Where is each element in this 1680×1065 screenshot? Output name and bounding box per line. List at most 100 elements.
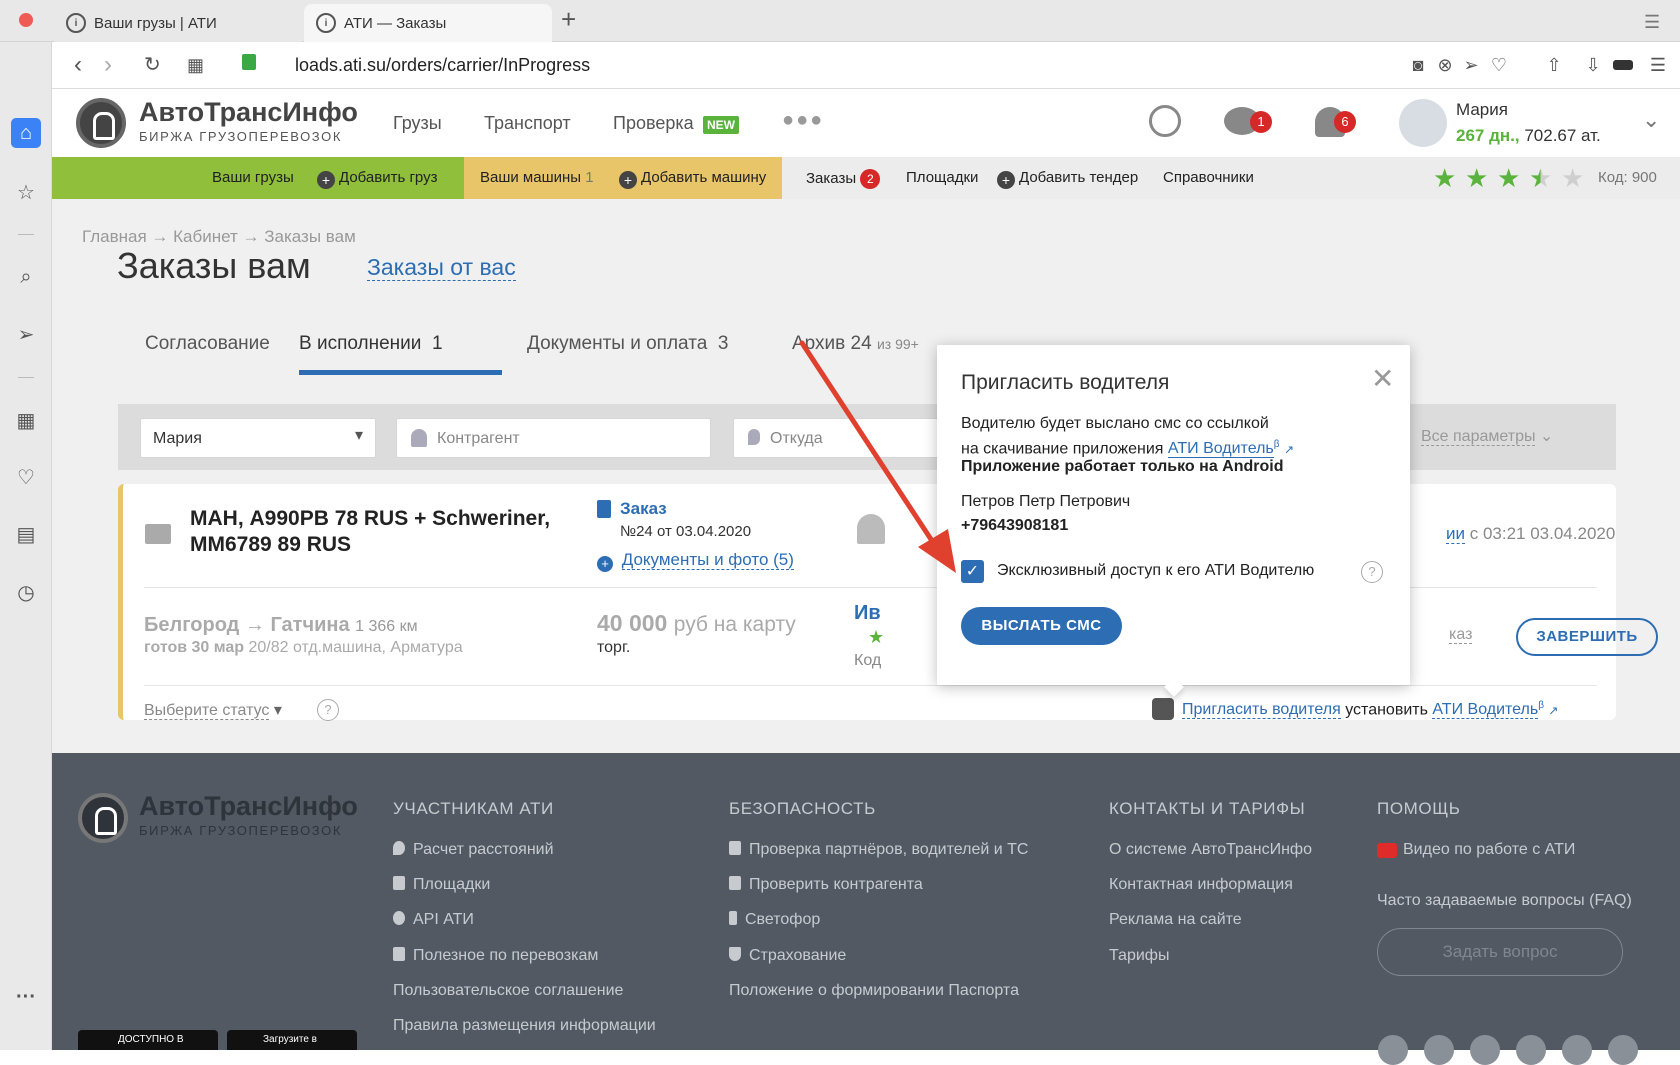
forward-icon[interactable]: › [104, 50, 112, 80]
vehicle-name[interactable]: МАН, А990РВ 78 RUS + Schweriner, ММ6789 … [190, 506, 585, 558]
camera-icon[interactable]: ◙ [1408, 55, 1428, 75]
chevron-down-icon[interactable]: ⌄ [1642, 107, 1660, 133]
menu-icon[interactable]: ☰ [1648, 55, 1668, 75]
footer-link[interactable]: Площадки [393, 876, 490, 894]
send-sms-button[interactable]: ВЫСЛАТЬ СМС [961, 607, 1122, 645]
nav-check[interactable]: Проверка [613, 113, 694, 134]
invite-driver-link[interactable]: Пригласить водителя [1182, 701, 1341, 720]
search-icon[interactable]: ⌕ [13, 264, 39, 290]
order-link[interactable]: Заказ [620, 499, 667, 519]
all-params-toggle[interactable]: Все параметры ⌄ [1421, 426, 1553, 446]
status-link[interactable]: ии [1446, 524, 1465, 544]
logo-title[interactable]: АвтоТрансИнфо [139, 97, 358, 128]
status-select[interactable]: Выберите статус ▾ [144, 700, 282, 720]
news-icon[interactable]: ▤ [13, 522, 39, 548]
star-icon[interactable]: ☆ [13, 180, 39, 206]
nav-transport[interactable]: Транспорт [484, 113, 571, 134]
tab-in-progress[interactable]: В исполнении 1 [299, 333, 443, 355]
footer-link[interactable]: Полезное по перевозкам [393, 947, 598, 965]
app-store-badge[interactable]: Загрузите в [227, 1030, 357, 1050]
orders-from-you-link[interactable]: Заказы от вас [367, 254, 516, 281]
instagram-social-icon[interactable] [1562, 1035, 1592, 1065]
browser-toolbar: ‹ › ↻ ▦ loads.ati.su/orders/carrier/InPr… [52, 42, 1680, 89]
close-icon[interactable]: ✕ [1371, 365, 1394, 393]
telegram-social-icon[interactable] [1608, 1035, 1638, 1065]
site-footer: АвтоТрансИнфо БИРЖА ГРУЗОПЕРЕВОЗОК УЧАСТ… [52, 753, 1680, 1065]
search-driver-icon[interactable] [1149, 105, 1181, 137]
user-name[interactable]: Мария [1456, 100, 1508, 120]
footer-link[interactable]: API АТИ [393, 911, 474, 929]
more-nav-icon[interactable]: ●●● [782, 109, 824, 132]
share-icon[interactable]: ⇧ [1544, 55, 1564, 75]
site-header: АвтоТрансИнфо БИРЖА ГРУЗОПЕРЕВОЗОК Грузы… [52, 89, 1680, 157]
orders-link[interactable]: Заказы 2 [806, 169, 881, 189]
ati-driver-link[interactable]: АТИ Водитель [1432, 701, 1539, 720]
tab-docs-payment[interactable]: Документы и оплата 3 [527, 333, 728, 355]
send-icon[interactable]: ➢ [13, 322, 39, 348]
history-clock-icon[interactable]: ◷ [13, 580, 39, 606]
url-field[interactable]: loads.ati.su/orders/carrier/InProgress [295, 55, 590, 76]
facebook-social-icon[interactable] [1516, 1035, 1546, 1065]
exclusive-access-label[interactable]: Эксклюзивный доступ к его АТИ Водителю [997, 562, 1314, 580]
footer-link[interactable]: Светофор [729, 911, 820, 929]
footer-link[interactable]: Правила размещения информации [393, 1017, 656, 1035]
vehicles-link[interactable]: Ваши машины 1 [480, 169, 594, 186]
footer-link[interactable]: Контактная информация [1109, 876, 1293, 894]
nav-loads[interactable]: Грузы [393, 113, 442, 134]
references-link[interactable]: Справочники [1163, 169, 1254, 186]
apps-grid-icon[interactable]: ▦ [13, 408, 39, 434]
loads-link[interactable]: Ваши грузы [212, 169, 294, 186]
browser-tab-loads[interactable]: i Ваши грузы | АТИ [54, 4, 302, 42]
order-partial-link[interactable]: каз [1449, 626, 1473, 644]
add-tender-button[interactable]: + Добавить тендер [997, 169, 1138, 189]
download-icon[interactable]: ⇩ [1583, 55, 1603, 75]
google-play-badge[interactable]: ДОСТУПНО В [78, 1030, 218, 1050]
footer-logo-title: АвтоТрансИнфо [139, 791, 358, 821]
tab-menu-icon[interactable]: ☰ [1644, 12, 1660, 33]
footer-link[interactable]: Проверка партнёров, водителей и ТС [729, 841, 1028, 859]
ask-question-button[interactable]: Задать вопрос [1377, 928, 1623, 976]
more-icon[interactable]: ··· [13, 984, 39, 1010]
home-icon[interactable]: ⌂ [11, 118, 41, 148]
footer-link[interactable]: Положение о формировании Паспорта [729, 982, 1019, 1000]
footer-link[interactable]: Пользовательское соглашение [393, 982, 623, 1000]
person-icon [411, 429, 427, 447]
footer-link[interactable]: Расчет расстояний [393, 841, 554, 859]
video-link[interactable]: Видео по работе с АТИ [1377, 841, 1575, 859]
footer-link[interactable]: Тарифы [1109, 947, 1169, 965]
avatar[interactable] [1399, 99, 1447, 147]
send-icon[interactable]: ➢ [1461, 55, 1481, 75]
help-icon[interactable]: ? [317, 699, 339, 721]
user-code[interactable]: Код: 900 [1598, 169, 1657, 186]
reload-icon[interactable]: ↻ [144, 50, 161, 80]
add-vehicle-button[interactable]: + Добавить машину [619, 169, 766, 189]
vk-social-icon[interactable] [1424, 1035, 1454, 1065]
back-icon[interactable]: ‹ [74, 50, 82, 80]
youtube-social-icon[interactable] [1378, 1035, 1408, 1065]
user-select[interactable]: Мария ▾ [140, 418, 376, 458]
docs-photos-link[interactable]: + Документы и фото (5) [597, 550, 794, 572]
contractor-input[interactable]: Контрагент [396, 418, 711, 458]
ati-logo-icon[interactable] [78, 793, 128, 843]
add-load-button[interactable]: + Добавить груз [317, 169, 437, 189]
finish-button[interactable]: ЗАВЕРШИТЬ [1516, 618, 1658, 656]
close-window-button[interactable] [19, 13, 33, 27]
heart-icon[interactable]: ♡ [13, 465, 39, 491]
ati-logo-icon[interactable] [76, 98, 126, 148]
breadcrumb[interactable]: Главная → Кабинет → Заказы вам [82, 227, 356, 247]
tab-approval[interactable]: Согласование [145, 333, 270, 355]
footer-link[interactable]: О системе АвтоТрансИнфо [1109, 841, 1312, 859]
platforms-link[interactable]: Площадки [906, 169, 978, 186]
faq-link[interactable]: Часто задаваемые вопросы (FAQ) [1377, 892, 1632, 910]
tabs-grid-icon[interactable]: ▦ [187, 50, 204, 80]
ok-social-icon[interactable] [1470, 1035, 1500, 1065]
help-icon[interactable]: ? [1361, 561, 1383, 583]
contact-link[interactable]: Ив [854, 602, 881, 625]
footer-link[interactable]: Реклама на сайте [1109, 911, 1242, 929]
footer-link[interactable]: Проверить контрагента [729, 876, 923, 894]
heart-icon[interactable]: ♡ [1489, 55, 1509, 75]
new-tab-button[interactable]: + [561, 4, 576, 35]
adblock-icon[interactable]: ⊗ [1435, 55, 1455, 75]
browser-tab-orders[interactable]: i АТИ — Заказы [304, 4, 552, 42]
footer-link[interactable]: Страхование [729, 947, 846, 965]
